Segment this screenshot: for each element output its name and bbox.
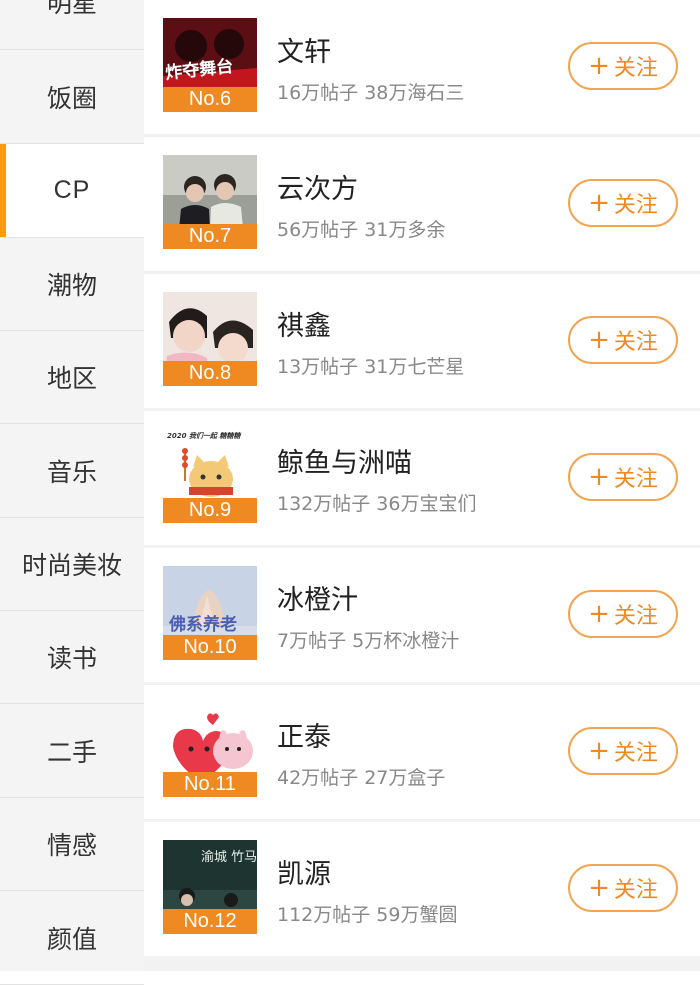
topic-name[interactable]: 正泰 [277,715,331,754]
follow-button[interactable]: + 关注 [568,727,678,775]
avatar[interactable]: 2020 我们一起 糖糖糖 No.9 [163,429,257,523]
topic-stats: 13万帖子 31万七芒星 [277,356,465,378]
sidebar-item-trendy[interactable]: 潮物 [0,238,144,331]
rank-badge: No.10 [163,635,257,660]
sidebar-item-region[interactable]: 地区 [0,331,144,424]
sidebar-item-cp[interactable]: CP [0,144,144,238]
topic-name[interactable]: 文轩 [277,30,331,69]
list-item[interactable]: 渝城 竹马 No.12 凯源 112万帖子 59万蟹圆 + 关注 [144,822,700,956]
list-item[interactable]: No.7 云次方 56万帖子 31万多余 + 关注 [144,137,700,271]
list-item[interactable]: 2020 我们一起 糖糖糖 No.9 鲸鱼与洲喵 132万帖子 36万宝宝们 +… [144,411,700,545]
ranking-list: 炸夺舞台 No.6 文轩 16万帖子 38万海石三 + 关注 No.7 云次方 5… [144,0,700,971]
avatar[interactable]: 佛系养老 No.10 [163,566,257,660]
sidebar-item-fashion[interactable]: 时尚美妆 [0,518,144,611]
plus-icon: + [588,462,610,492]
thumb-caption: 佛系养老 [169,615,237,635]
topic-name[interactable]: 云次方 [277,167,358,206]
thumb-caption: 渝城 竹马 [201,850,257,865]
list-item[interactable]: No.8 祺鑫 13万帖子 31万七芒星 + 关注 [144,274,700,408]
avatar[interactable]: No.11 [163,703,257,797]
plus-icon: + [588,736,610,766]
topic-stats: 16万帖子 38万海石三 [277,82,465,104]
topic-name[interactable]: 鲸鱼与洲喵 [277,441,412,480]
rank-badge: No.12 [163,909,257,934]
follow-button[interactable]: + 关注 [568,316,678,364]
rank-badge: No.11 [163,772,257,797]
rank-badge: No.9 [163,498,257,523]
topic-stats: 56万帖子 31万多余 [277,219,446,241]
sidebar-item-emotion[interactable]: 情感 [0,798,144,891]
topic-stats: 42万帖子 27万盒子 [277,767,446,789]
sidebar-item-fandom[interactable]: 饭圈 [0,50,144,144]
plus-icon: + [588,873,610,903]
follow-button[interactable]: + 关注 [568,864,678,912]
avatar[interactable]: No.7 [163,155,257,249]
thumb-caption: 2020 我们一起 糖糖糖 [167,432,241,440]
topic-stats: 112万帖子 59万蟹圆 [277,904,458,926]
avatar[interactable]: 炸夺舞台 No.6 [163,18,257,112]
rank-badge: No.8 [163,361,257,386]
plus-icon: + [588,188,610,218]
sidebar-item-secondhand[interactable]: 二手 [0,704,144,798]
category-sidebar: 明星 饭圈 CP 潮物 地区 音乐 时尚美妆 读书 二手 情感 颜值 [0,0,145,985]
avatar[interactable]: 渝城 竹马 No.12 [163,840,257,934]
follow-button[interactable]: + 关注 [568,42,678,90]
sidebar-item-music[interactable]: 音乐 [0,424,144,518]
follow-button[interactable]: + 关注 [568,453,678,501]
plus-icon: + [588,51,610,81]
rank-badge: No.6 [163,87,257,112]
follow-button[interactable]: + 关注 [568,179,678,227]
topic-name[interactable]: 凯源 [277,852,331,891]
list-item[interactable]: No.11 正泰 42万帖子 27万盒子 + 关注 [144,685,700,819]
sidebar-item-reading[interactable]: 读书 [0,611,144,704]
rank-badge: No.7 [163,224,257,249]
list-item[interactable]: 炸夺舞台 No.6 文轩 16万帖子 38万海石三 + 关注 [144,0,700,134]
topic-stats: 132万帖子 36万宝宝们 [277,493,477,515]
sidebar-item-stars[interactable]: 明星 [0,0,144,50]
avatar[interactable]: No.8 [163,292,257,386]
plus-icon: + [588,599,610,629]
list-item[interactable]: 佛系养老 No.10 冰橙汁 7万帖子 5万杯冰橙汁 + 关注 [144,548,700,682]
topic-stats: 7万帖子 5万杯冰橙汁 [277,630,460,652]
plus-icon: + [588,325,610,355]
topic-name[interactable]: 祺鑫 [277,304,331,343]
follow-button[interactable]: + 关注 [568,590,678,638]
topic-name[interactable]: 冰橙汁 [277,578,358,617]
